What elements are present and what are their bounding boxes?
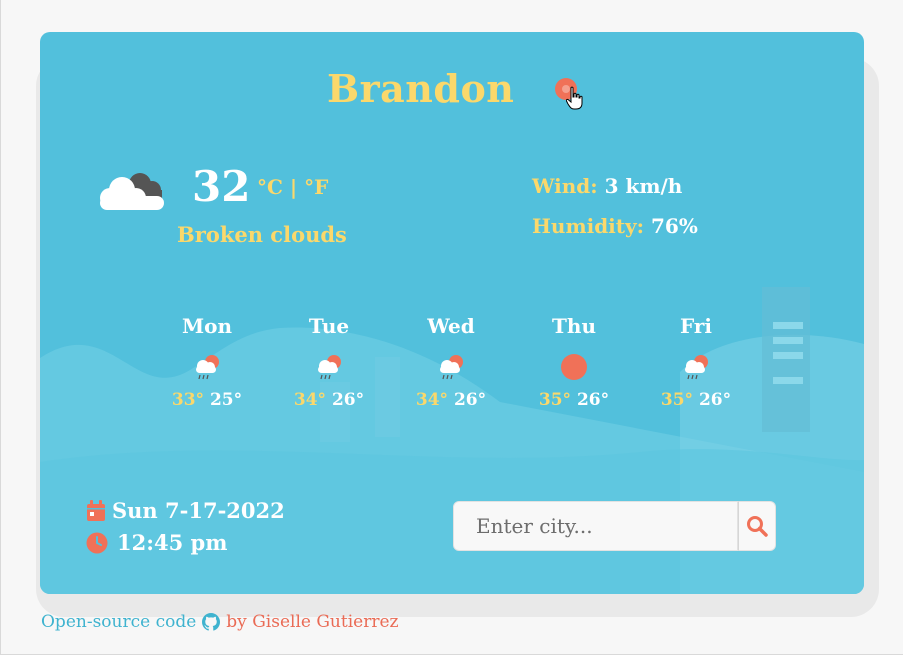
wind-row: Wind: 3 km/h: [532, 174, 682, 198]
forecast-temps: 34° 26°: [401, 390, 501, 410]
fahrenheit-link[interactable]: °F: [304, 175, 328, 199]
current-temperature: 32: [192, 162, 251, 211]
forecast-low: 26°: [698, 390, 732, 410]
forecast-day: Fri 35° 26°: [646, 314, 746, 410]
humidity-row: Humidity: 76%: [532, 214, 698, 238]
forecast-high: 33°: [171, 390, 205, 410]
forecast-day: Wed 34° 26°: [401, 314, 501, 410]
calendar-icon: [87, 499, 105, 521]
current-time: 12:45 pm: [117, 530, 228, 555]
humidity-value: 76%: [651, 214, 698, 238]
current-date: Sun 7-17-2022: [112, 498, 285, 523]
forecast-day-name: Mon: [181, 314, 233, 338]
city-name: Brandon: [327, 66, 515, 111]
forecast-temps: 34° 26°: [279, 390, 379, 410]
forecast-day-name: Fri: [680, 314, 712, 338]
github-icon[interactable]: [202, 613, 221, 631]
date-row: Sun 7-17-2022: [86, 498, 285, 523]
time-row: 12:45 pm: [86, 530, 227, 555]
wind-value: 3 km/h: [604, 174, 683, 198]
forecast-low: 25°: [209, 390, 243, 410]
city-search-input[interactable]: [453, 501, 738, 551]
forecast-high: 35°: [660, 390, 694, 410]
rain-sun-icon: [401, 344, 501, 390]
forecast-low: 26°: [453, 390, 487, 410]
forecast-temps: 33° 25°: [157, 390, 257, 410]
unit-separator: |: [289, 175, 298, 199]
search-button[interactable]: [738, 501, 776, 551]
forecast-high: 35°: [538, 390, 572, 410]
author-link[interactable]: Giselle Gutierrez: [252, 612, 398, 632]
humidity-label: Humidity:: [532, 214, 645, 238]
search-icon: [747, 516, 768, 537]
forecast-day: Mon 33° 25°: [157, 314, 257, 410]
forecast-low: 26°: [331, 390, 365, 410]
open-source-link[interactable]: Open-source code: [41, 612, 196, 632]
forecast-day-name: Tue: [308, 314, 350, 338]
forecast-day-name: Thu: [552, 314, 596, 338]
weather-description: Broken clouds: [177, 222, 347, 247]
forecast-temps: 35° 26°: [646, 390, 746, 410]
clock-icon: [86, 532, 108, 553]
hand-cursor-icon: [566, 86, 583, 110]
forecast-day-name: Wed: [427, 314, 475, 338]
rain-sun-icon: [646, 344, 746, 390]
weather-card: Brandon 32 °C | °F Broken clouds Wind: 3…: [40, 32, 864, 594]
celsius-link[interactable]: °C: [257, 175, 283, 199]
forecast-day: Tue 34° 26°: [279, 314, 379, 410]
unit-toggle: °C | °F: [257, 175, 328, 199]
footer: Open-source code by Giselle Gutierrez: [41, 612, 398, 632]
forecast-high: 34°: [415, 390, 449, 410]
forecast-day: Thu 35° 26°: [524, 314, 624, 410]
by-text: by: [226, 612, 247, 632]
rain-sun-icon: [279, 344, 379, 390]
rain-sun-icon: [157, 344, 257, 390]
forecast-temps: 35° 26°: [524, 390, 624, 410]
broken-clouds-icon: [100, 173, 164, 210]
forecast-low: 26°: [576, 390, 610, 410]
wind-label: Wind:: [532, 174, 598, 198]
forecast-high: 34°: [293, 390, 327, 410]
sun-icon: [524, 344, 624, 390]
